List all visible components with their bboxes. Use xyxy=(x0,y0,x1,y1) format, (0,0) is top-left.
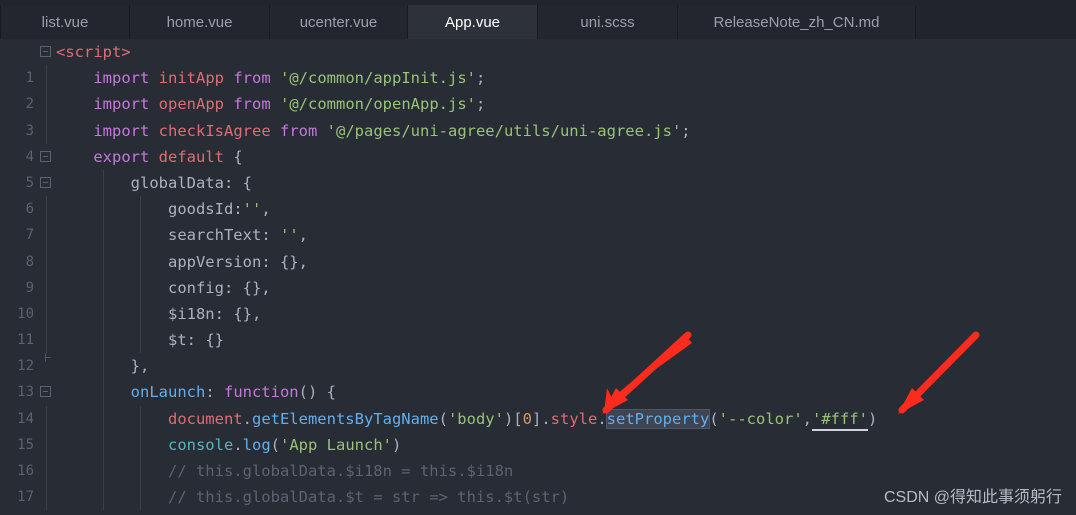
indent-guide xyxy=(46,458,47,485)
code-text: goodsId:'', xyxy=(167,200,271,219)
indent-guide xyxy=(46,431,47,458)
indent-guide xyxy=(46,274,47,301)
code-text: globalData: { xyxy=(130,173,252,192)
indent-guide xyxy=(46,300,47,328)
code-text: // this.globalData.$i18n = this.$i18n xyxy=(56,462,514,480)
indent-guide xyxy=(46,327,47,354)
highlighted-color-value: '#fff' xyxy=(812,409,869,431)
code-line: 16 console.log('App Launch') xyxy=(0,431,1076,479)
tab-home-vue[interactable]: home.vue xyxy=(130,5,270,39)
code-text: import openApp from '@/common/openApp.js… xyxy=(93,95,486,114)
code-editor-area[interactable]: 1 <script> 2 import initApp from '@/comm… xyxy=(0,39,1076,515)
code-line: 6 globalData: { xyxy=(0,169,1076,217)
code-line: 7 goodsId:'', xyxy=(0,196,1076,243)
editor-tab-bar: list.vue home.vue ucenter.vue App.vue un… xyxy=(0,5,1076,39)
code-text: export default { xyxy=(93,147,243,166)
indent-guide xyxy=(46,248,47,275)
code-line: 2 import initApp from '@/common/appInit.… xyxy=(0,65,1076,112)
code-line: 3 import openApp from '@/common/openApp.… xyxy=(0,91,1076,139)
code-line: 13 }, xyxy=(0,353,1076,400)
code-line: 4 import checkIsAgree from '@/pages/uni-… xyxy=(0,117,1076,165)
selected-token-setproperty[interactable]: setProperty xyxy=(606,409,710,428)
code-lines: 1 <script> 2 import initApp from '@/comm… xyxy=(0,39,1076,511)
tab-uni-scss[interactable]: uni.scss xyxy=(538,5,678,39)
code-text: config: {}, xyxy=(167,278,271,297)
code-text: searchText: '', xyxy=(167,226,308,245)
indent-guide xyxy=(46,405,47,432)
code-text: appVersion: {}, xyxy=(167,252,308,271)
code-line: 9 appVersion: {}, xyxy=(0,248,1076,296)
code-text: <script> xyxy=(56,43,131,61)
code-text: }, xyxy=(130,357,150,376)
indent-guide xyxy=(46,117,47,144)
code-line: 5 export default { xyxy=(0,144,1076,191)
line-number: 18 xyxy=(0,510,34,515)
indent-guide xyxy=(46,65,47,92)
code-line: 8 searchText: '', xyxy=(0,222,1076,270)
fold-toggle-icon[interactable] xyxy=(40,176,51,188)
fold-end-marker-icon xyxy=(45,353,51,363)
csdn-watermark: CSDN @得知此事须躬行 xyxy=(883,489,1062,506)
code-line: 17 // this.globalData.$i18n = this.$i18n xyxy=(0,458,1076,505)
tab-ucenter-vue[interactable]: ucenter.vue xyxy=(270,5,408,39)
code-line: 14 onLaunch: function() { xyxy=(0,379,1076,427)
indent-guide xyxy=(46,222,47,249)
code-text: onLaunch: function() { xyxy=(130,383,336,402)
tab-releasenote-md[interactable]: ReleaseNote_zh_CN.md xyxy=(678,5,916,39)
code-text: import checkIsAgree from '@/pages/uni-ag… xyxy=(93,121,691,140)
code-text: // this.globalData.$t = str => this.$t(s… xyxy=(56,488,570,507)
tab-label: home.vue xyxy=(166,13,233,31)
code-text: import initApp from '@/common/appInit.js… xyxy=(93,69,486,88)
tab-label: uni.scss xyxy=(580,13,635,31)
code-text: console.log('App Launch') xyxy=(167,435,402,454)
fold-toggle-icon[interactable] xyxy=(40,150,51,162)
tab-label: App.vue xyxy=(444,13,501,31)
indent-guide xyxy=(46,484,47,511)
tab-label: list.vue xyxy=(41,13,89,31)
code-text: document.getElementsByTagName('body')[0]… xyxy=(56,406,877,432)
code-editor-window: list.vue home.vue ucenter.vue App.vue un… xyxy=(0,0,1076,515)
code-line: 1 <script> xyxy=(0,39,1076,86)
code-text: $i18n: {}, xyxy=(167,304,262,323)
fold-toggle-icon[interactable] xyxy=(40,386,51,398)
code-line: 12 $t: {} xyxy=(0,327,1076,374)
tab-list-vue[interactable]: list.vue xyxy=(0,5,130,39)
tab-app-vue[interactable]: App.vue xyxy=(408,5,538,39)
code-line: 10 config: {}, xyxy=(0,274,1076,322)
tab-label: ReleaseNote_zh_CN.md xyxy=(713,13,880,31)
code-line-setproperty: 15 document.getElementsByTagName('body')… xyxy=(0,405,1076,453)
code-line: 11 $i18n: {}, xyxy=(0,300,1076,348)
indent-guide xyxy=(46,196,47,223)
fold-toggle-icon[interactable] xyxy=(40,46,51,57)
code-text: $t: {} xyxy=(167,331,224,350)
tab-label: ucenter.vue xyxy=(299,13,378,31)
indent-guide xyxy=(46,91,47,118)
